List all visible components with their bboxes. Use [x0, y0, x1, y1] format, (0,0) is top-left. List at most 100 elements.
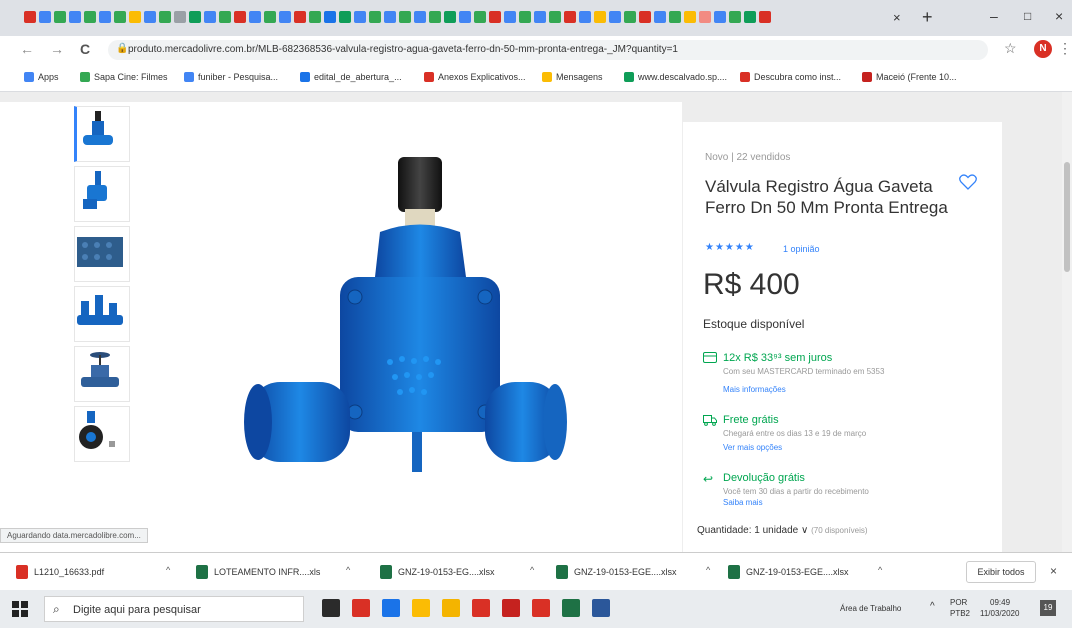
keyboard-layout[interactable]: PTB2 — [950, 609, 970, 618]
tab-favicon-icon[interactable] — [384, 11, 396, 23]
heart-icon[interactable] — [959, 174, 977, 195]
desktop-toolbar-label[interactable]: Área de Trabalho — [840, 604, 901, 613]
tab-favicon-icon[interactable] — [549, 11, 561, 23]
taskbar-app-icon[interactable] — [472, 599, 490, 617]
tab-favicon-icon[interactable] — [84, 11, 96, 23]
bookmark-item[interactable]: Apps — [24, 72, 59, 82]
tab-favicon-icon[interactable] — [39, 11, 51, 23]
scrollbar-thumb[interactable] — [1064, 162, 1070, 272]
tab-favicon-icon[interactable] — [234, 11, 246, 23]
tab-favicon-icon[interactable] — [219, 11, 231, 23]
tab-favicon-icon[interactable] — [159, 11, 171, 23]
download-item[interactable]: L1210_16633.pdf — [16, 565, 104, 579]
tab-favicon-icon[interactable] — [99, 11, 111, 23]
tab-favicon-icon[interactable] — [639, 11, 651, 23]
tab-favicon-icon[interactable] — [744, 11, 756, 23]
language-indicator[interactable]: POR — [950, 598, 967, 607]
tab-favicon-icon[interactable] — [459, 11, 471, 23]
tab-close-button[interactable]: × — [893, 10, 901, 25]
bookmark-item[interactable]: Descubra como inst... — [740, 72, 841, 82]
tab-favicon-icon[interactable] — [264, 11, 276, 23]
taskbar-app-icon[interactable] — [562, 599, 580, 617]
product-main-image[interactable] — [230, 147, 570, 507]
tab-favicon-icon[interactable] — [684, 11, 696, 23]
taskbar-app-icon[interactable] — [442, 599, 460, 617]
show-all-button[interactable]: Exibir todos — [966, 561, 1036, 583]
tab-favicon-icon[interactable] — [114, 11, 126, 23]
tab-favicon-icon[interactable] — [24, 11, 36, 23]
tray-expand-icon[interactable]: ^ — [930, 601, 935, 612]
thumbnail-2[interactable] — [74, 166, 130, 222]
taskbar-app-icon[interactable] — [322, 599, 340, 617]
clock-date[interactable]: 11/03/2020 — [980, 609, 1019, 618]
tab-favicon-icon[interactable] — [564, 11, 576, 23]
tab-favicon-icon[interactable] — [309, 11, 321, 23]
tab-favicon-icon[interactable] — [279, 11, 291, 23]
bookmark-item[interactable]: Anexos Explicativos... — [424, 72, 526, 82]
tab-favicon-icon[interactable] — [504, 11, 516, 23]
download-options-icon[interactable]: ^ — [166, 565, 170, 575]
minimize-button[interactable]: – — [990, 8, 998, 24]
taskbar-app-icon[interactable] — [502, 599, 520, 617]
notification-center-icon[interactable]: 19 — [1040, 600, 1056, 616]
page-scrollbar[interactable] — [1062, 92, 1072, 552]
tab-favicon-icon[interactable] — [654, 11, 666, 23]
tab-favicon-icon[interactable] — [339, 11, 351, 23]
tab-favicon-icon[interactable] — [699, 11, 711, 23]
tab-favicon-icon[interactable] — [489, 11, 501, 23]
tab-favicon-icon[interactable] — [714, 11, 726, 23]
thumbnail-4[interactable] — [74, 286, 130, 342]
taskbar-app-icon[interactable] — [412, 599, 430, 617]
thumbnail-1[interactable] — [74, 106, 130, 162]
tab-favicon-icon[interactable] — [414, 11, 426, 23]
tab-favicon-icon[interactable] — [429, 11, 441, 23]
tab-favicon-icon[interactable] — [189, 11, 201, 23]
address-bar[interactable]: 🔒 produto.mercadolivre.com.br/MLB-682368… — [108, 40, 988, 60]
tab-favicon-icon[interactable] — [624, 11, 636, 23]
back-button[interactable]: ← — [20, 41, 34, 57]
quantity-label[interactable]: Quantidade: 1 unidade ∨ — [697, 525, 808, 536]
taskbar-app-icon[interactable] — [352, 599, 370, 617]
url-text[interactable]: produto.mercadolivre.com.br/MLB-68236853… — [128, 44, 678, 55]
download-options-icon[interactable]: ^ — [706, 565, 710, 575]
tab-favicon-icon[interactable] — [144, 11, 156, 23]
download-options-icon[interactable]: ^ — [530, 565, 534, 575]
close-downloads-button[interactable]: × — [1050, 564, 1057, 578]
quantity-selector[interactable]: Quantidade: 1 unidade ∨ (70 disponíveis) — [697, 525, 868, 536]
download-options-icon[interactable]: ^ — [346, 565, 350, 575]
bookmark-item[interactable]: Maceió (Frente 10... — [862, 72, 957, 82]
profile-avatar[interactable]: N — [1034, 40, 1052, 58]
tab-favicon-icon[interactable] — [174, 11, 186, 23]
download-item[interactable]: LOTEAMENTO INFR....xls — [196, 565, 320, 579]
tab-favicon-icon[interactable] — [294, 11, 306, 23]
tab-favicon-icon[interactable] — [534, 11, 546, 23]
thumbnail-6[interactable] — [74, 406, 130, 462]
bookmark-item[interactable]: edital_de_abertura_... — [300, 72, 402, 82]
tab-favicon-icon[interactable] — [579, 11, 591, 23]
tab-favicon-icon[interactable] — [399, 11, 411, 23]
reload-button[interactable]: C — [80, 41, 90, 57]
bookmark-star-icon[interactable]: ☆ — [1004, 40, 1017, 57]
more-info-link[interactable]: Mais informações — [723, 385, 786, 394]
tab-favicon-icon[interactable] — [609, 11, 621, 23]
bookmark-item[interactable]: www.descalvado.sp.... — [624, 72, 727, 82]
tab-favicon-icon[interactable] — [369, 11, 381, 23]
maximize-button[interactable]: □ — [1024, 9, 1031, 23]
taskbar-app-icon[interactable] — [592, 599, 610, 617]
tab-favicon-icon[interactable] — [324, 11, 336, 23]
tab-favicon-icon[interactable] — [54, 11, 66, 23]
tab-favicon-icon[interactable] — [249, 11, 261, 23]
download-item[interactable]: GNZ-19-0153-EG....xlsx — [380, 565, 495, 579]
download-item[interactable]: GNZ-19-0153-EGE....xlsx — [728, 565, 849, 579]
tab-favicon-icon[interactable] — [474, 11, 486, 23]
windows-start-icon[interactable] — [12, 601, 28, 617]
forward-button[interactable]: → — [50, 41, 64, 57]
review-count-link[interactable]: 1 opinião — [783, 244, 820, 254]
tab-favicon-icon[interactable] — [729, 11, 741, 23]
clock-time[interactable]: 09:49 — [990, 598, 1010, 607]
tab-favicon-icon[interactable] — [129, 11, 141, 23]
window-close-button[interactable]: × — [1055, 8, 1063, 24]
tab-favicon-icon[interactable] — [519, 11, 531, 23]
tab-favicon-icon[interactable] — [204, 11, 216, 23]
tab-favicon-icon[interactable] — [69, 11, 81, 23]
